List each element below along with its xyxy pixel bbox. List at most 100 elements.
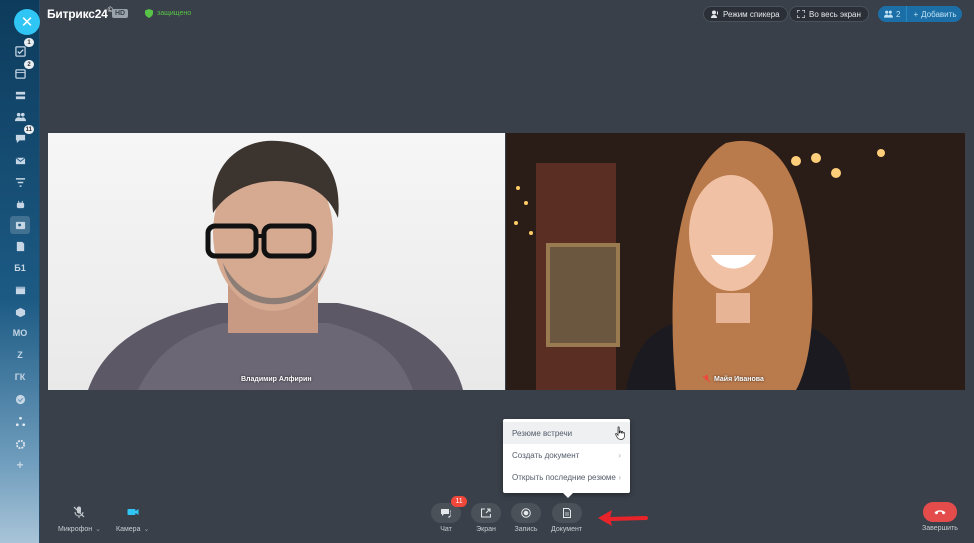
camera-label: Камера [116,525,141,533]
chat-button[interactable]: 11 Чат [431,496,467,533]
video-tile-participant-2[interactable]: Майя Иванова [506,133,965,390]
end-call-button[interactable]: Завершить [922,502,958,532]
box-icon [15,307,25,317]
menu-item-label: Открыть последние резюме [512,472,616,482]
document-menu: Резюме встречи Создать документ › Открыт… [503,419,630,498]
sidebar-item-b1[interactable]: Б1 [10,259,30,277]
sidebar-item-z[interactable]: Z [10,346,30,364]
sidebar-item-document[interactable] [10,237,30,255]
sidebar-item-settings[interactable] [10,435,30,453]
sidebar-item-tasks[interactable]: 1 [10,38,34,60]
secure-indicator: защищено [145,9,191,18]
participant-video-man [88,140,463,390]
settings-icon [15,439,25,449]
tasks-icon [14,45,26,57]
camera-button[interactable]: Камера ⌄ [116,506,149,533]
sidebar-item-filter[interactable] [10,173,30,191]
sidebar-item-add[interactable]: + [10,456,30,474]
sidebar-item-sitemap[interactable] [10,412,30,430]
sidebar-item-contact-card[interactable] [10,216,30,234]
participants-count-button[interactable]: 2 [878,6,908,22]
menu-item-create-document[interactable]: Создать документ › [503,444,630,466]
menu-item-open-recent-summaries[interactable]: Открыть последние резюме › [503,466,630,488]
screen-share-icon [481,508,491,518]
video-tile-participant-1[interactable]: Владимир Алфирин [48,133,505,390]
participants-count: 2 [896,9,901,19]
hand-cursor-icon [615,426,625,440]
close-call-panel-button[interactable]: ✕ [14,9,40,35]
sidebar-item-mail[interactable] [10,151,30,169]
speaker-mode-label: Режим спикера [723,9,780,19]
record-circle[interactable] [511,503,541,523]
left-sidebar: ✕ 1 2 11 Б1 МО Z ГК + [0,0,40,543]
plus-icon: + [913,9,919,19]
robot-icon [16,200,24,208]
check-circle-icon [15,394,25,404]
red-arrow-annotation [598,510,648,526]
fullscreen-icon [797,10,805,18]
menu-item-label: Создать документ [512,450,580,460]
add-participant-button[interactable]: + Добавить [907,6,962,22]
screen-share-button[interactable]: Экран [471,503,501,533]
end-call-circle[interactable] [922,502,957,522]
chat-button-circle[interactable]: 11 [431,496,467,523]
sidebar-item-check[interactable] [10,390,30,408]
hang-up-icon [934,510,946,515]
sidebar-item-chat[interactable]: 11 [10,125,34,147]
document-circle[interactable] [551,503,582,523]
end-call-label: Завершить [922,525,958,532]
document-button[interactable]: Документ [551,503,582,533]
fullscreen-label: Во весь экран [809,9,861,19]
sidebar-item-gk[interactable]: ГК [10,368,30,386]
brand-name: Битрикс24 [47,7,108,21]
hd-badge: HD [112,9,129,18]
chat-icon [15,134,25,143]
users-icon [884,10,893,18]
sidebar-item-mo[interactable]: МО [10,324,30,342]
document-icon [562,508,571,518]
document-icon [16,241,24,251]
screen-label: Экран [476,526,496,533]
window-icon [15,286,25,294]
chat-label: Чат [440,526,452,533]
microphone-label: Микрофон [58,525,93,533]
fullscreen-button[interactable]: Во весь экран [789,6,869,22]
chevron-down-icon[interactable]: ⌄ [143,525,149,533]
speaker-mode-button[interactable]: Режим спикера [703,6,788,22]
participant-name: Майя Иванова [714,375,764,383]
sidebar-badge: 11 [23,125,34,134]
close-icon: ✕ [20,14,34,31]
sidebar-item-calendar[interactable]: 2 [10,60,34,82]
sidebar-item-box[interactable] [10,303,30,321]
contact-card-icon [15,221,25,229]
shield-icon [145,9,153,18]
screen-share-circle[interactable] [471,503,501,523]
menu-item-meeting-summary[interactable]: Резюме встречи [503,422,630,444]
sidebar-item-robot[interactable] [10,195,30,213]
microphone-muted-icon [74,506,85,518]
secure-label: защищено [157,10,192,17]
participant-video-woman [506,133,965,390]
filter-icon [15,177,25,187]
sidebar-badge: 2 [24,60,34,69]
sidebar-item-stack[interactable] [10,86,30,104]
add-participant-label: Добавить [921,9,957,19]
record-button[interactable]: Запись [511,503,541,533]
users-icon [14,112,26,121]
mic-muted-icon [703,375,710,383]
participants-group: 2 + Добавить [878,6,963,22]
stack-icon [15,91,25,99]
participant-name-label: Владимир Алфирин [241,376,312,383]
speaker-person-icon [711,10,718,18]
sidebar-badge: 1 [24,38,34,47]
calendar-icon [14,68,26,79]
chat-icon [441,509,451,518]
document-label: Документ [551,526,583,533]
record-label: Запись [514,526,538,533]
record-icon [521,508,531,518]
sidebar-item-window[interactable] [10,281,30,299]
camera-icon [127,509,139,515]
sidebar-item-users[interactable] [10,107,30,125]
chevron-down-icon[interactable]: ⌄ [95,525,101,533]
microphone-button[interactable]: Микрофон ⌄ [58,506,101,533]
